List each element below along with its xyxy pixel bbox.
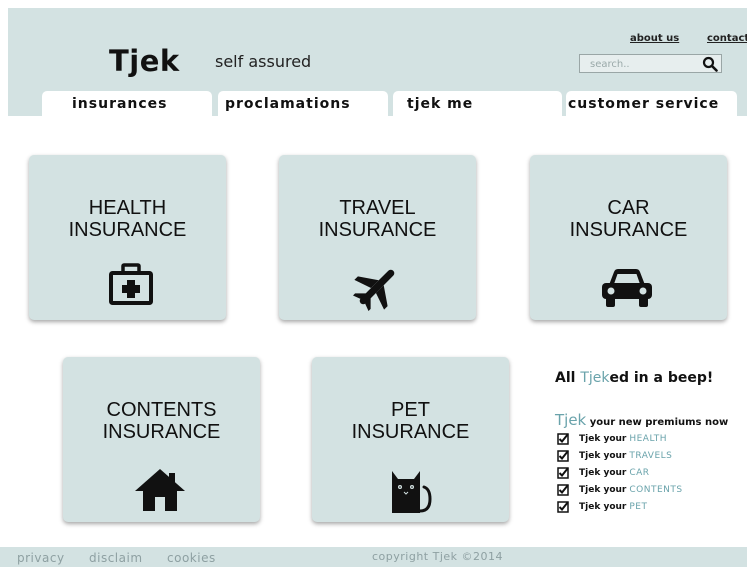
checkbox-icon[interactable]: [557, 432, 569, 445]
search-box: [579, 54, 722, 73]
card-title: TRAVEL INSURANCE: [318, 197, 437, 241]
card-title: CONTENTS INSURANCE: [102, 399, 221, 443]
check-item-prefix: Tjek your: [579, 467, 627, 478]
tab-insurances[interactable]: insurances: [42, 91, 212, 133]
car-icon: [602, 269, 652, 307]
promo-head-accent: Tjek: [580, 370, 610, 386]
check-item-value: CAR: [629, 467, 650, 478]
cat-icon: [392, 471, 432, 513]
tab-proclamations[interactable]: proclamations: [218, 91, 388, 116]
check-item-value: PET: [629, 501, 648, 512]
list-item[interactable]: Tjek your HEALTH: [557, 430, 683, 447]
promo-sub-text: your new premiums now: [589, 417, 729, 428]
tab-customer-service-label: customer service: [568, 96, 720, 112]
health-insurance-card[interactable]: HEALTH INSURANCE: [29, 155, 226, 320]
card-title: CAR INSURANCE: [569, 197, 688, 241]
house-icon: [135, 469, 185, 511]
check-item-prefix: Tjek your: [579, 450, 627, 461]
tab-insurances-label: insurances: [72, 96, 168, 112]
site-tagline: self assured: [215, 52, 312, 71]
car-insurance-card[interactable]: CAR INSURANCE: [530, 155, 727, 320]
footer-link-privacy[interactable]: privacy: [17, 551, 65, 565]
checkbox-icon[interactable]: [557, 449, 569, 462]
list-item[interactable]: Tjek your CONTENTS: [557, 481, 683, 498]
check-item-value: CONTENTS: [629, 484, 683, 495]
search-input[interactable]: [590, 58, 690, 71]
site-logo[interactable]: Tjek: [109, 44, 180, 78]
check-item-prefix: Tjek your: [579, 501, 627, 512]
tab-tjek-me-label: tjek me: [407, 96, 474, 112]
check-item-value: HEALTH: [629, 433, 667, 444]
about-us-link[interactable]: about us: [630, 33, 679, 44]
contact-link[interactable]: contact: [707, 33, 747, 44]
first-aid-kit-icon: [109, 263, 153, 305]
checkbox-icon[interactable]: [557, 466, 569, 479]
list-item[interactable]: Tjek your TRAVELS: [557, 447, 683, 464]
contents-insurance-card[interactable]: CONTENTS INSURANCE: [63, 357, 260, 522]
travel-insurance-card[interactable]: TRAVEL INSURANCE: [279, 155, 476, 320]
footer-link-cookies[interactable]: cookies: [167, 551, 216, 565]
check-item-prefix: Tjek your: [579, 484, 627, 495]
copyright-text: copyright Tjek ©2014: [372, 550, 504, 563]
pet-insurance-card[interactable]: PET INSURANCE: [312, 357, 509, 522]
search-icon[interactable]: [702, 56, 718, 72]
site-footer: privacy disclaim cookies copyright Tjek …: [0, 547, 747, 567]
list-item[interactable]: Tjek your CAR: [557, 464, 683, 481]
card-title: PET INSURANCE: [351, 399, 470, 443]
card-title: HEALTH INSURANCE: [68, 197, 187, 241]
check-item-prefix: Tjek your: [579, 433, 627, 444]
airplane-icon: [353, 269, 395, 311]
list-item[interactable]: Tjek your PET: [557, 498, 683, 515]
checkbox-icon[interactable]: [557, 500, 569, 513]
tab-tjek-me[interactable]: tjek me: [393, 91, 562, 116]
checkbox-icon[interactable]: [557, 483, 569, 496]
premium-checklist: Tjek your HEALTH Tjek your TRAVELS Tjek yo…: [557, 430, 683, 515]
promo-headline: All Tjeked in a beep!: [555, 370, 713, 386]
promo-subheadline: Tjek your new premiums now: [555, 411, 728, 429]
promo-head-suffix: ed in a beep!: [609, 370, 714, 386]
check-item-value: TRAVELS: [629, 450, 673, 461]
promo-sub-accent: Tjek: [555, 411, 587, 429]
promo-head-prefix: All: [555, 370, 576, 386]
footer-link-disclaim[interactable]: disclaim: [89, 551, 143, 565]
tab-proclamations-label: proclamations: [225, 96, 351, 112]
tab-customer-service[interactable]: customer service: [566, 91, 737, 116]
